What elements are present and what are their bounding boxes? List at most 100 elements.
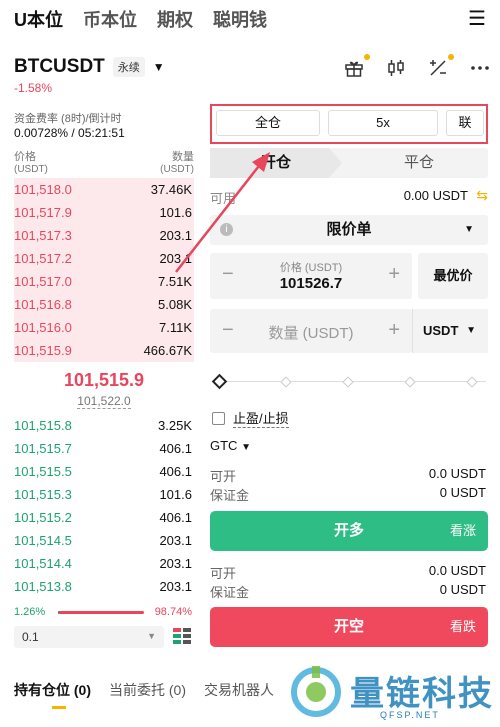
caret-down-icon: ▼ [464, 224, 474, 235]
bids-row[interactable]: 101,514.4 203.1 [14, 552, 194, 575]
bids-qty: 203.1 [159, 556, 192, 571]
bids-row[interactable]: 101,513.8 203.1 [14, 575, 194, 598]
asks-row[interactable]: 101,517.9 101.6 [14, 201, 194, 224]
asks-row[interactable]: 101,517.2 203.1 [14, 247, 194, 270]
bids-price: 101,514.5 [14, 533, 72, 548]
tp-sl-checkbox[interactable] [212, 411, 225, 425]
bullish-label: 看涨 [449, 523, 476, 538]
asks-qty: 203.1 [159, 228, 192, 243]
gift-icon[interactable] [344, 54, 370, 83]
tab-positions[interactable]: 持有仓位 (0) [14, 680, 91, 700]
header-icons [344, 54, 490, 83]
open-long-button[interactable]: 开多 看涨 [210, 511, 488, 551]
tab-options[interactable]: 期权 [157, 6, 193, 32]
slider-node[interactable] [342, 376, 354, 388]
tp-sl-label: 止盈/止损 [233, 408, 289, 428]
asks-qty: 466.67K [143, 343, 192, 358]
open-short-button[interactable]: 开空 看跌 [210, 607, 488, 647]
hamburger-menu-icon[interactable]: ☰ [468, 6, 486, 31]
bids-row[interactable]: 101,515.7 406.1 [14, 437, 194, 460]
asks-price: 101,517.0 [14, 274, 72, 289]
asks-qty: 7.11K [158, 320, 192, 335]
caret-down-icon: ▼ [466, 325, 476, 336]
asks-qty: 5.08K [158, 297, 192, 312]
quantity-slider[interactable] [211, 373, 486, 390]
watermark-text: 量链科技 [350, 675, 494, 713]
more-icon[interactable] [470, 58, 490, 83]
bids-list: 101,515.8 3.25K 101,515.7 406.1 101,515.5 406… [14, 414, 194, 598]
tp-sl-toggle[interactable]: 止盈/止损 [212, 408, 289, 428]
long-open-label: 可开 [210, 469, 237, 484]
short-margin: 保证金 0 USDT [210, 582, 488, 601]
asks-row[interactable]: 101,515.9 466.67K [14, 339, 194, 362]
sell-ratio: 98.74% [154, 606, 192, 618]
watermark: 量链科技 QFSP.NET [290, 662, 496, 724]
asks-price: 101,518.0 [14, 182, 72, 197]
asks-price: 101,516.0 [14, 320, 72, 335]
open-long-label: 开多 [333, 522, 364, 539]
calculator-icon[interactable] [428, 54, 454, 83]
watermark-logo-icon [291, 666, 341, 717]
top-nav: U本位 币本位 期权 聪明钱 ☰ [0, 0, 500, 38]
asks-row[interactable]: 101,517.3 203.1 [14, 224, 194, 247]
orderbook-layout-icon[interactable] [172, 626, 192, 646]
bids-price: 101,515.5 [14, 464, 72, 479]
best-price-button[interactable]: 最优价 [418, 253, 488, 299]
last-price[interactable]: 101,515.9 [14, 370, 194, 391]
available-balance: 可用 0.00 USDT ⇆ [210, 187, 488, 207]
bids-row[interactable]: 101,514.5 203.1 [14, 529, 194, 552]
depth-select[interactable]: 0.1 ▼ [14, 626, 164, 648]
quantity-input[interactable]: − 数量 (USDT) + [210, 309, 412, 353]
order-type-label: 限价单 [326, 221, 372, 238]
qty-increase-button[interactable]: + [388, 319, 400, 342]
price-change: -1.58% [14, 81, 53, 95]
price-column-label: 价格 [14, 151, 36, 163]
info-icon[interactable]: i [220, 223, 233, 236]
mark-price-value: 101,522.0 [77, 394, 131, 409]
asks-row[interactable]: 101,517.0 7.51K [14, 270, 194, 293]
tab-open-orders[interactable]: 当前委托 (0) [109, 680, 186, 700]
unit-select[interactable]: USDT ▼ [412, 309, 488, 353]
tab-smart-money[interactable]: 聪明钱 [213, 6, 267, 32]
bids-qty: 406.1 [159, 464, 192, 479]
asks-row[interactable]: 101,516.8 5.08K [14, 293, 194, 316]
tab-trading-bots[interactable]: 交易机器人 [204, 680, 274, 700]
bids-qty: 406.1 [159, 441, 192, 456]
bids-row[interactable]: 101,515.3 101.6 [14, 483, 194, 506]
price-increase-button[interactable]: + [388, 263, 400, 286]
long-margin-label: 保证金 [210, 488, 250, 503]
transfer-icon[interactable]: ⇆ [476, 187, 488, 204]
pair-selector[interactable]: BTCUSDT 永续 ▼ [14, 56, 165, 78]
asks-row[interactable]: 101,518.0 37.46K [14, 178, 194, 201]
bottom-tabs: 持有仓位 (0) 当前委托 (0) 交易机器人 [14, 680, 274, 709]
active-tab-underline [52, 706, 66, 709]
pair-symbol: BTCUSDT [14, 56, 105, 77]
bids-price: 101,515.2 [14, 510, 72, 525]
bids-row[interactable]: 101,515.5 406.1 [14, 460, 194, 483]
price-input-label: 价格 (USDT) [279, 262, 343, 274]
asks-price: 101,517.2 [14, 251, 72, 266]
unit-value: USDT [423, 323, 459, 338]
slider-node[interactable] [466, 376, 478, 388]
slider-node[interactable] [404, 376, 416, 388]
candlestick-icon[interactable] [386, 58, 406, 83]
tab-u-margined[interactable]: U本位 [14, 6, 63, 32]
time-in-force-select[interactable]: GTC ▼ [210, 438, 251, 453]
asks-row[interactable]: 101,516.0 7.11K [14, 316, 194, 339]
bids-row[interactable]: 101,515.2 406.1 [14, 506, 194, 529]
tab-close[interactable]: 平仓 [350, 148, 488, 178]
price-input[interactable]: − 价格 (USDT) 101526.7 + [210, 253, 412, 299]
qty-column-label: 数量 [172, 151, 194, 163]
funding-rate-value: 0.00728% / 05:21:51 [14, 126, 125, 140]
slider-node[interactable] [280, 376, 292, 388]
bearish-label: 看跌 [449, 619, 476, 634]
tab-coin-margined[interactable]: 币本位 [83, 6, 137, 32]
ratio-bar [58, 611, 144, 614]
order-type-select[interactable]: i 限价单 ▼ [210, 215, 488, 245]
caret-down-icon: ▼ [152, 60, 165, 74]
bids-price: 101,513.8 [14, 579, 72, 594]
tab-open[interactable]: 开仓 [210, 148, 342, 178]
bids-row[interactable]: 101,515.8 3.25K [14, 414, 194, 437]
slider-handle[interactable] [211, 373, 228, 390]
bids-qty: 203.1 [159, 579, 192, 594]
